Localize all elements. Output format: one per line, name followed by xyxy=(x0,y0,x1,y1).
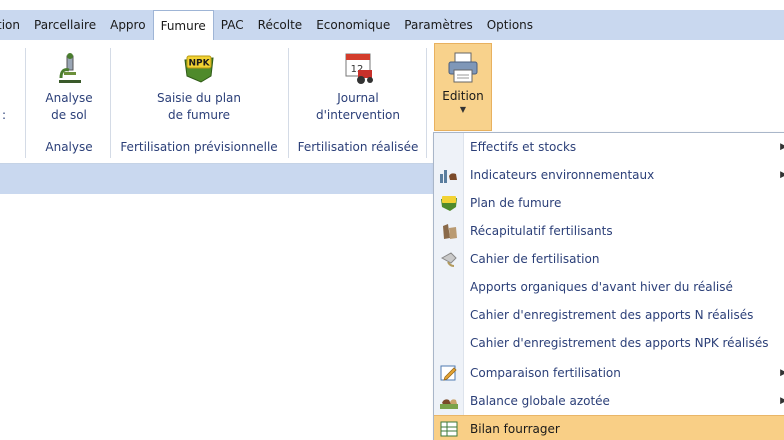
calendar-tractor-icon: 12 xyxy=(345,53,373,84)
menu-tab-pac[interactable]: PAC xyxy=(214,10,251,40)
cattle-chart-icon xyxy=(440,170,457,183)
menu-tab-economique[interactable]: Economique xyxy=(309,10,397,40)
menu-item-recapitulatif-fertilisants[interactable]: Récapitulatif fertilisants xyxy=(434,217,784,245)
journal-intervention-button[interactable]: 12 Journal d'intervention xyxy=(300,50,416,124)
menu-tab-parametres[interactable]: Paramètres xyxy=(397,10,479,40)
analyse-sol-line2: de sol xyxy=(51,108,87,122)
menu-tab-parcellaire[interactable]: Parcellaire xyxy=(27,10,103,40)
ribbon-left-stub: : xyxy=(2,108,7,122)
menu-item-label: Plan de fumure xyxy=(470,196,562,210)
menu-item-apports-organiques[interactable]: Apports organiques d'avant hiver du réal… xyxy=(434,273,784,301)
menu-item-label: Balance globale azotée xyxy=(470,394,610,408)
printer-icon xyxy=(448,52,478,83)
submenu-arrow-icon: ▶ xyxy=(780,170,784,180)
menu-item-label: Cahier d'enregistrement des apports NPK … xyxy=(470,336,769,350)
submenu-arrow-icon: ▶ xyxy=(780,142,784,152)
npk-icon: NPK xyxy=(184,55,214,83)
menu-item-label: Apports organiques d'avant hiver du réal… xyxy=(470,280,733,294)
menu-item-balance-globale-azotee[interactable]: Balance globale azotée ▶ xyxy=(434,387,784,415)
saisie-plan-line2: de fumure xyxy=(168,108,230,122)
menu-tab-options[interactable]: Options xyxy=(480,10,540,40)
npk-icon xyxy=(441,196,457,211)
fertilizer-sack-icon xyxy=(443,224,457,239)
edition-label: Edition xyxy=(442,89,484,103)
menu-item-label: Bilan fourrager xyxy=(470,421,560,436)
menu-item-comparaison-fertilisation[interactable]: Comparaison fertilisation ▶ xyxy=(434,359,784,387)
chevron-down-icon: ▼ xyxy=(459,105,467,114)
menu-tab-appro[interactable]: Appro xyxy=(103,10,152,40)
ribbon-separator xyxy=(110,48,111,158)
group-label-realisee: Fertilisation réalisée xyxy=(297,140,419,154)
journal-line1: Journal xyxy=(337,91,379,105)
menu-item-cahier-fertilisation[interactable]: Cahier de fertilisation xyxy=(434,245,784,273)
menu-item-bilan-fourrager[interactable]: Bilan fourrager xyxy=(434,415,784,440)
ribbon-separator xyxy=(25,48,26,158)
group-label-analyse: Analyse xyxy=(45,140,93,154)
spreader-icon xyxy=(440,252,457,267)
menu-item-cahier-apports-npk[interactable]: Cahier d'enregistrement des apports NPK … xyxy=(434,329,784,357)
menu-tab-fumure[interactable]: Fumure xyxy=(152,10,214,42)
cattle-field-icon xyxy=(440,399,458,409)
ribbon-separator xyxy=(288,48,289,158)
menu-item-indicateurs-environnementaux[interactable]: Indicateurs environnementaux ▶ xyxy=(434,161,784,189)
menu-bar: tion Parcellaire Appro Fumure PAC Récolt… xyxy=(0,10,784,42)
analyse-sol-button[interactable]: Analyse de sol xyxy=(36,50,102,124)
menu-item-cahier-apports-n[interactable]: Cahier d'enregistrement des apports N ré… xyxy=(434,301,784,329)
menu-tab-recolte[interactable]: Récolte xyxy=(251,10,310,40)
menu-item-effectifs-stocks[interactable]: Effectifs et stocks ▶ xyxy=(434,133,784,161)
menu-item-label: Effectifs et stocks xyxy=(470,140,577,154)
saisie-plan-fumure-button[interactable]: NPK Saisie du plan de fumure xyxy=(140,50,258,124)
saisie-plan-line1: Saisie du plan xyxy=(156,91,242,105)
menu-item-label: Indicateurs environnementaux xyxy=(470,168,655,182)
menu-item-plan-fumure[interactable]: Plan de fumure xyxy=(434,189,784,217)
submenu-arrow-icon: ▶ xyxy=(780,368,784,378)
analyse-sol-line1: Analyse xyxy=(45,91,93,105)
group-label-previsionnelle: Fertilisation prévisionnelle xyxy=(120,140,278,154)
menu-tab-truncated[interactable]: tion xyxy=(0,10,27,40)
menu-item-label: Comparaison fertilisation xyxy=(470,366,621,380)
microscope-icon xyxy=(59,53,81,83)
edition-dropdown-menu: Effectifs et stocks ▶ Indicateurs enviro… xyxy=(433,132,784,440)
forage-table-icon xyxy=(440,421,458,436)
menu-item-label: Récapitulatif fertilisants xyxy=(470,224,613,238)
svg-text:NPK: NPK xyxy=(188,59,210,69)
edition-button[interactable]: Edition ▼ xyxy=(434,43,492,131)
ribbon-separator xyxy=(426,48,427,158)
edit-pencil-icon xyxy=(440,365,457,381)
menu-item-label: Cahier d'enregistrement des apports N ré… xyxy=(470,308,754,322)
submenu-arrow-icon: ▶ xyxy=(780,396,784,406)
menu-item-label: Cahier de fertilisation xyxy=(470,252,600,266)
journal-line2: d'intervention xyxy=(316,108,400,122)
